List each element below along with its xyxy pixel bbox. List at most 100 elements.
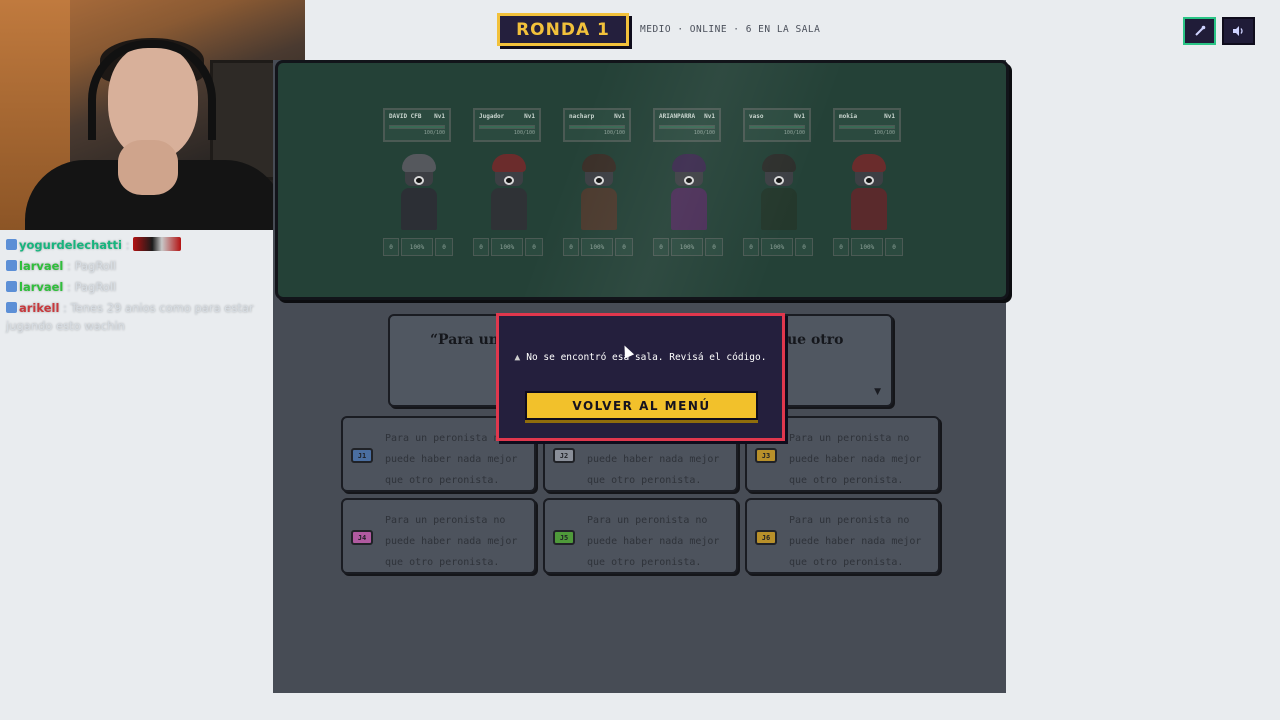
player-name: ARIANPARRA xyxy=(659,113,696,120)
question-text-left: “Para un xyxy=(430,332,499,348)
mic-icon xyxy=(1194,25,1205,36)
player-level: Nv1 xyxy=(704,113,715,120)
chat-badge-icon xyxy=(6,302,17,313)
player-card: Jugador Nv1 100/100 xyxy=(473,108,541,142)
stat-value: 0 xyxy=(743,238,759,256)
player-avatar xyxy=(487,154,531,232)
stat-value: 100% xyxy=(851,238,883,256)
player-stats: 0 100% 0 xyxy=(833,238,905,256)
hp-value: 100/100 xyxy=(423,130,445,136)
stat-value: 0 xyxy=(885,238,903,256)
chat-text: PagRoll xyxy=(74,259,117,273)
stat-value: 100% xyxy=(401,238,433,256)
player-slot: nacharp Nv1 100/100 0 100% 0 xyxy=(563,108,635,256)
player-level: Nv1 xyxy=(524,113,535,120)
hp-bar xyxy=(389,125,445,129)
chat-message: arikell : Tenes 29 anios como para estar… xyxy=(6,301,254,333)
player-tag: J5 xyxy=(553,530,575,545)
player-name: Jugador xyxy=(479,113,505,120)
error-message: No se encontró esa sala. Revisá el códig… xyxy=(526,352,767,363)
warning-icon: ▲ xyxy=(514,352,521,363)
stat-value: 100% xyxy=(491,238,523,256)
stream-chat: yogurdelechatti : larvael : PagRoll larva… xyxy=(6,236,296,338)
chat-emote xyxy=(133,237,182,251)
answer-text: Para un peronista no puede haber nada me… xyxy=(587,515,720,568)
stat-value: 0 xyxy=(383,238,399,256)
stat-value: 100% xyxy=(671,238,703,256)
question-text-right: ue otro xyxy=(787,332,844,348)
players-stage: DAVID CFB Nv1 100/100 0 100% 0 Jugador Nv1… xyxy=(275,60,1009,300)
room-info: MEDIO · ONLINE · 6 EN LA SALA xyxy=(640,24,821,35)
stat-value: 0 xyxy=(653,238,669,256)
player-level: Nv1 xyxy=(884,113,895,120)
stat-value: 0 xyxy=(833,238,849,256)
chat-username[interactable]: larvael xyxy=(19,280,63,294)
mic-button[interactable] xyxy=(1183,17,1216,45)
player-slot: ARIANPARRA Nv1 100/100 0 100% 0 xyxy=(653,108,725,256)
chat-username[interactable]: yogurdelechatti xyxy=(19,238,122,252)
stat-value: 0 xyxy=(525,238,543,256)
player-tag: J4 xyxy=(351,530,373,545)
stat-value: 0 xyxy=(705,238,723,256)
back-to-menu-button[interactable]: VOLVER AL MENÚ xyxy=(525,391,758,420)
player-slot: Jugador Nv1 100/100 0 100% 0 xyxy=(473,108,545,256)
player-card: mokia Nv1 100/100 xyxy=(833,108,901,142)
chat-username[interactable]: larvael xyxy=(19,259,63,273)
player-slot: mokia Nv1 100/100 0 100% 0 xyxy=(833,108,905,256)
player-stats: 0 100% 0 xyxy=(563,238,635,256)
player-name: mokia xyxy=(839,113,858,120)
player-tag: J1 xyxy=(351,448,373,463)
stat-value: 0 xyxy=(563,238,579,256)
hp-bar xyxy=(659,125,715,129)
hp-value: 100/100 xyxy=(783,130,805,136)
player-stats: 0 100% 0 xyxy=(653,238,725,256)
chevron-down-icon[interactable]: ▼ xyxy=(874,387,881,397)
hp-value: 100/100 xyxy=(693,130,715,136)
error-modal: ▲ No se encontró esa sala. Revisá el códi… xyxy=(496,313,785,441)
stat-value: 0 xyxy=(795,238,813,256)
player-card: ARIANPARRA Nv1 100/100 xyxy=(653,108,721,142)
hp-bar xyxy=(569,125,625,129)
hp-value: 100/100 xyxy=(603,130,625,136)
answer-card[interactable]: J4 Para un peronista no puede haber nada… xyxy=(341,498,536,574)
chat-badge-icon xyxy=(6,281,17,292)
chat-message: yogurdelechatti : xyxy=(6,236,296,254)
volume-button[interactable] xyxy=(1222,17,1255,45)
round-badge: RONDA 1 xyxy=(497,13,629,46)
chat-text: PagRoll xyxy=(74,280,117,294)
stat-value: 100% xyxy=(581,238,613,256)
answer-text: Para un peronista no puede haber nada me… xyxy=(789,433,922,486)
player-name: nacharp xyxy=(569,113,595,120)
player-slot: vaso Nv1 100/100 0 100% 0 xyxy=(743,108,815,256)
chat-message: larvael : PagRoll xyxy=(6,278,296,296)
hp-value: 100/100 xyxy=(873,130,895,136)
webcam-person-hand xyxy=(118,140,178,195)
answer-card[interactable]: J6 Para un peronista no puede haber nada… xyxy=(745,498,940,574)
player-avatar xyxy=(577,154,621,232)
hp-bar xyxy=(749,125,805,129)
player-card: nacharp Nv1 100/100 xyxy=(563,108,631,142)
webcam-overlay xyxy=(0,0,305,230)
player-tag: J6 xyxy=(755,530,777,545)
player-avatar xyxy=(847,154,891,232)
player-avatar xyxy=(667,154,711,232)
player-level: Nv1 xyxy=(794,113,805,120)
chat-message: larvael : PagRoll xyxy=(6,257,296,275)
chat-badge-icon xyxy=(6,260,17,271)
answer-card[interactable]: J5 Para un peronista no puede haber nada… xyxy=(543,498,738,574)
hp-bar xyxy=(839,125,895,129)
stat-value: 100% xyxy=(761,238,793,256)
player-stats: 0 100% 0 xyxy=(383,238,455,256)
stat-value: 0 xyxy=(435,238,453,256)
answer-text: Para un peronista no puede haber nada me… xyxy=(789,515,922,568)
chat-username[interactable]: arikell xyxy=(19,301,59,315)
player-tag: J3 xyxy=(755,448,777,463)
stat-value: 0 xyxy=(473,238,489,256)
hp-bar xyxy=(479,125,535,129)
player-name: vaso xyxy=(749,113,764,120)
player-card: vaso Nv1 100/100 xyxy=(743,108,811,142)
player-level: Nv1 xyxy=(614,113,625,120)
player-slot: DAVID CFB Nv1 100/100 0 100% 0 xyxy=(383,108,455,256)
volume-icon xyxy=(1233,26,1243,36)
player-card: DAVID CFB Nv1 100/100 xyxy=(383,108,451,142)
